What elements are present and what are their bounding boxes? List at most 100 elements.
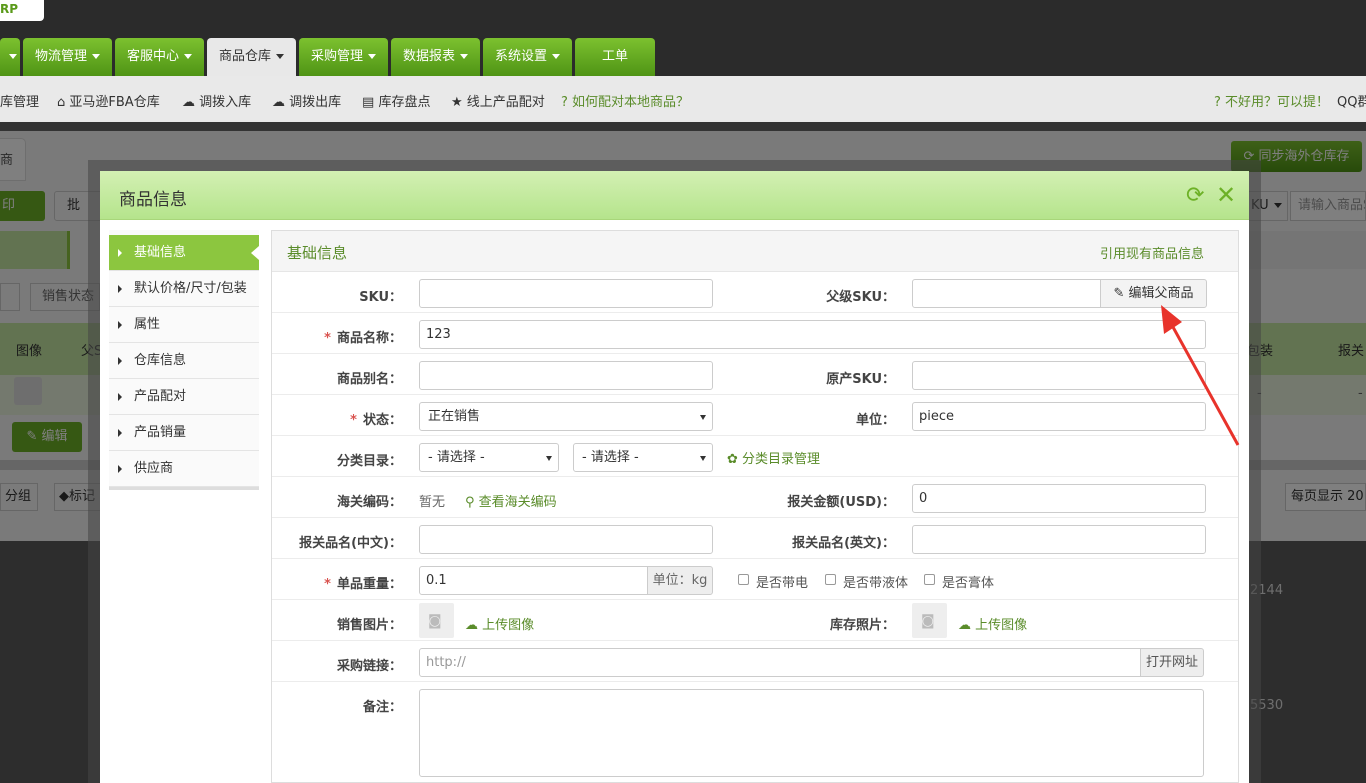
nav-tab-purchase[interactable]: 采购管理 [299, 38, 388, 76]
open-url-button[interactable]: 打开网址 [1140, 648, 1204, 677]
purchase-link-input[interactable]: http:// [419, 648, 1142, 677]
chevron-down-icon [460, 54, 468, 59]
declare-name-cn-input[interactable] [419, 525, 713, 554]
camera-icon: ◙ [921, 613, 935, 629]
liquid-checkbox[interactable] [825, 574, 836, 585]
active-indicator [251, 246, 259, 260]
upload-stock-photo-link[interactable]: ☁ 上传图像 [958, 614, 1027, 633]
hs-code-lookup-link[interactable]: ⚲ 查看海关编码 [465, 491, 557, 510]
subnav-transfer-in[interactable]: ☁ 调拨入库 [182, 91, 251, 110]
question-icon: ? [1214, 95, 1221, 110]
stock-photo-label: 库存照片： [829, 618, 895, 633]
hs-code-value: 暂无 [419, 495, 446, 510]
nav-tab-customer-service[interactable]: 客服中心 [115, 38, 204, 76]
status-select[interactable]: 正在销售 [419, 402, 713, 431]
arrow-shaft [1166, 317, 1240, 446]
caret-right-icon [118, 321, 122, 329]
app-logo[interactable]: RP [0, 0, 44, 21]
weight-label: * 单品重量： [324, 577, 402, 592]
cloud-download-icon: ☁ [182, 95, 195, 110]
sidebar-item-sales[interactable]: 产品销量 [109, 415, 259, 451]
subnav-help-match[interactable]: ? 如何配对本地商品？ [561, 91, 689, 110]
chevron-down-icon [276, 54, 284, 59]
category-select-2[interactable]: - 请选择 - [573, 443, 713, 472]
camera-icon: ◙ [428, 613, 442, 629]
panel-header [272, 231, 1238, 272]
chevron-down-icon [92, 54, 100, 59]
declare-name-en-label: 报关品名(英文)： [792, 536, 895, 551]
category-select-1[interactable]: - 请选择 - [419, 443, 559, 472]
sidebar-item-attributes[interactable]: 属性 [109, 307, 259, 343]
subnav-stock-manage[interactable]: 库管理 [0, 91, 39, 110]
hs-code-label: 海关编码： [336, 495, 402, 510]
feedback-link[interactable]: ? 不好用？可以提！ [1214, 91, 1329, 110]
refresh-icon[interactable]: ⟳ [1186, 184, 1204, 208]
arrow-head [1161, 305, 1182, 334]
chevron-down-icon [552, 54, 560, 59]
caret-right-icon [118, 393, 122, 401]
paste-checkbox[interactable] [924, 574, 935, 585]
upload-sale-image-link[interactable]: ☁ 上传图像 [465, 614, 534, 633]
caret-right-icon [118, 429, 122, 437]
product-name-label: * 商品名称： [324, 331, 402, 346]
liquid-label: 是否带液体 [843, 576, 909, 591]
sku-input[interactable] [419, 279, 713, 308]
qq-group-link[interactable]: QQ群 [1337, 91, 1366, 110]
sidebar-item-price-size[interactable]: 默认价格/尺寸/包装 [109, 271, 259, 307]
section-title: 基础信息 [287, 244, 348, 262]
subnav-fba[interactable]: ⌂ 亚马逊FBA仓库 [57, 91, 160, 110]
nav-tab-partial[interactable] [0, 38, 20, 76]
subnav-transfer-out[interactable]: ☁ 调拨出库 [272, 91, 341, 110]
remark-textarea[interactable] [419, 689, 1204, 777]
search-icon: ⚲ [465, 495, 475, 510]
nav-tab-warehouse[interactable]: 商品仓库 [207, 38, 296, 76]
reference-existing-link[interactable]: 引用现有商品信息 [1100, 243, 1204, 262]
alias-label: 商品别名： [336, 372, 402, 387]
divider [0, 122, 1366, 131]
form-row [272, 559, 1238, 600]
sidebar-item-supplier[interactable]: 供应商 [109, 451, 259, 487]
subnav-inventory-check[interactable]: ▤ 库存盘点 [362, 91, 430, 110]
form-row [272, 600, 1238, 641]
question-icon: ? [561, 95, 568, 110]
caret-right-icon [118, 357, 122, 365]
sidebar-item-basic-info[interactable]: 基础信息 [109, 235, 259, 271]
cloud-upload-icon: ☁ [272, 95, 285, 110]
home-icon: ⌂ [57, 95, 66, 110]
star-icon: ★ [451, 95, 463, 110]
sidebar-item-product-match[interactable]: 产品配对 [109, 379, 259, 415]
chevron-down-icon [700, 415, 706, 420]
sku-label: SKU： [359, 290, 402, 305]
top-header [0, 0, 1366, 76]
nav-tab-logistics[interactable]: 物流管理 [23, 38, 112, 76]
category-manage-link[interactable]: ✿ 分类目录管理 [727, 448, 820, 467]
product-name-input[interactable]: 123 [419, 320, 1206, 349]
list-icon: ▤ [362, 95, 375, 110]
battery-label: 是否带电 [756, 576, 809, 591]
weight-input[interactable]: 0.1 [419, 566, 649, 595]
declare-name-en-input[interactable] [912, 525, 1206, 554]
weight-unit-addon: 单位：kg [647, 566, 713, 595]
alias-input[interactable] [419, 361, 713, 390]
close-icon[interactable]: ✕ [1216, 182, 1236, 208]
annotation-arrow [1161, 305, 1240, 446]
gear-icon: ✿ [727, 452, 738, 467]
nav-tab-reports[interactable]: 数据报表 [391, 38, 480, 76]
subnav-online-match[interactable]: ★ 线上产品配对 [451, 91, 545, 110]
paste-label: 是否膏体 [942, 576, 995, 591]
chevron-down-icon [368, 54, 376, 59]
chevron-down-icon [546, 456, 552, 461]
declare-amount-input[interactable]: 0 [912, 484, 1206, 513]
chevron-down-icon [184, 54, 192, 59]
caret-right-icon [118, 249, 122, 257]
nav-tab-settings[interactable]: 系统设置 [483, 38, 572, 76]
unit-label: 单位： [855, 413, 895, 428]
battery-checkbox[interactable] [738, 574, 749, 585]
required-asterisk: * [324, 577, 331, 592]
sale-image-label: 销售图片： [336, 618, 402, 633]
sidebar-item-warehouse[interactable]: 仓库信息 [109, 343, 259, 379]
modal-title: 商品信息 [119, 190, 187, 210]
nav-tab-ticket[interactable]: 工单 [575, 38, 655, 76]
parent-sku-input[interactable] [912, 279, 1102, 308]
origin-sku-label: 原产SKU： [826, 372, 895, 387]
